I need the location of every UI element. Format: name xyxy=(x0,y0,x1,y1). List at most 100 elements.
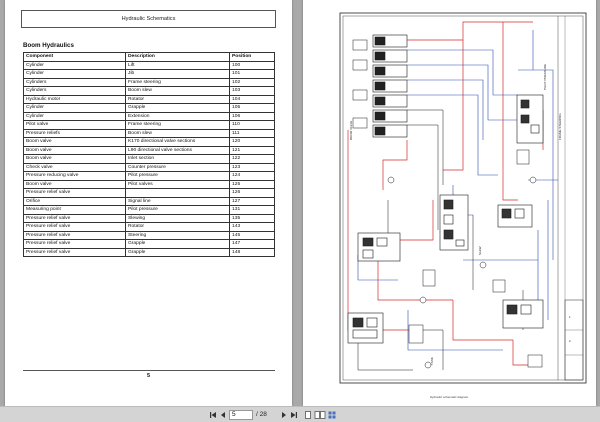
component-table: Component Description Position Cylinder L… xyxy=(23,52,275,257)
svg-text:BOOM VALVE: BOOM VALVE xyxy=(349,121,353,140)
component-cell: Cylinders xyxy=(23,77,126,87)
position-cell: 104 xyxy=(229,94,275,104)
position-cell: 126 xyxy=(229,188,275,198)
last-page-icon[interactable] xyxy=(289,410,299,420)
valve-block-right-middle xyxy=(497,204,533,228)
description-cell: Pilot pressure xyxy=(125,205,230,215)
position-cell: 143 xyxy=(229,222,275,232)
table-row: Pressure relief valve Grapple 147 xyxy=(23,239,275,249)
table-row: Boom valve K170 directional valve section… xyxy=(23,137,275,147)
table-row: Cylinders Boom slew 103 xyxy=(23,86,275,96)
component-cell: Cylinder xyxy=(23,60,126,70)
component-cell: Pressure relief valve xyxy=(23,222,126,232)
component-cell: Boom valve xyxy=(23,145,126,155)
valve-block-center xyxy=(439,194,469,251)
directional-valve-stack xyxy=(372,34,408,138)
position-cell: 148 xyxy=(229,247,275,257)
document-page-right: BOOM VALVE PILOT PRESSURE FRAME STEERING… xyxy=(303,0,596,406)
description-cell: Steering xyxy=(125,230,230,240)
next-page-icon[interactable] xyxy=(280,410,288,420)
position-cell: 123 xyxy=(229,162,275,172)
position-cell: 124 xyxy=(229,171,275,181)
svg-text:SLEW: SLEW xyxy=(478,246,482,255)
description-cell xyxy=(125,188,230,198)
description-cell: K170 directional valve sections xyxy=(125,137,230,147)
component-cell: Pressure relief valve xyxy=(23,247,126,257)
total-pages-label: / 28 xyxy=(256,411,267,418)
component-cell: Boom valve xyxy=(23,137,126,147)
position-cell: 106 xyxy=(229,111,275,121)
table-row: Cylinder Lift 100 xyxy=(23,60,275,70)
svg-text:FRAME STEERING: FRAME STEERING xyxy=(558,113,562,140)
first-page-icon[interactable] xyxy=(208,410,218,420)
table-header-row: Component Description Position xyxy=(23,52,275,62)
description-cell: Boom slew xyxy=(125,128,230,138)
table-row: Pilot valve Frame steering 110 xyxy=(23,120,275,130)
description-cell: Grapple xyxy=(125,239,230,249)
description-cell: Pilot valves xyxy=(125,179,230,189)
table-row: Orifice Signal line 127 xyxy=(23,196,275,206)
table-row: Check valve Counter pressure 123 xyxy=(23,162,275,172)
component-cell: Boom valve xyxy=(23,154,126,164)
thumbnail-view-icon[interactable] xyxy=(327,410,337,420)
section-title: Boom Hydraulics xyxy=(23,42,74,49)
single-page-view-icon[interactable] xyxy=(303,410,313,420)
description-cell: Extension xyxy=(125,111,230,121)
page-header: Hydraulic Schematics xyxy=(21,10,276,28)
description-cell: Grapple xyxy=(125,247,230,257)
valve-block-left-middle xyxy=(357,232,401,262)
document-page-left: Hydraulic Schematics Boom Hydraulics Com… xyxy=(5,0,292,406)
svg-text:TANK: TANK xyxy=(430,357,434,365)
valve-block-right-top xyxy=(516,94,544,144)
table-row: Pressure relief valve 126 xyxy=(23,188,275,198)
table-row: Boom valve Pilot valves 125 xyxy=(23,179,275,189)
component-cell: Cylinders xyxy=(23,86,126,96)
description-cell: Rotator xyxy=(125,94,230,104)
description-cell: Slewing xyxy=(125,213,230,223)
position-cell: 145 xyxy=(229,230,275,240)
component-cell: Pressure relief valve xyxy=(23,188,126,198)
position-cell: 100 xyxy=(229,60,275,70)
component-cell: Hydraulic motor xyxy=(23,94,126,104)
description-cell: Jib xyxy=(125,69,230,79)
svg-text:2: 2 xyxy=(569,339,571,343)
page-number: 5 xyxy=(146,373,151,379)
schematic-caption: Hydraulic schematic diagram xyxy=(430,395,469,399)
viewer-toolbar: 5 / 28 xyxy=(0,406,600,422)
position-cell: 101 xyxy=(229,69,275,79)
description-cell: Frame steering xyxy=(125,77,230,87)
position-cell: 135 xyxy=(229,213,275,223)
previous-page-icon[interactable] xyxy=(219,410,227,420)
description-cell: Signal line xyxy=(125,196,230,206)
column-header: Component xyxy=(23,52,126,62)
component-cell: Pressure relief valve xyxy=(23,230,126,240)
position-cell: 111 xyxy=(229,128,275,138)
table-row: Pressure relief valve Grapple 148 xyxy=(23,247,275,257)
table-row: Pressure reliefs Boom slew 111 xyxy=(23,128,275,138)
current-page-input[interactable]: 5 xyxy=(229,410,253,420)
two-page-view-icon[interactable] xyxy=(314,410,326,420)
valve-block-lower-left xyxy=(347,312,384,344)
title-block xyxy=(564,299,584,381)
svg-text:1: 1 xyxy=(569,315,571,319)
column-header: Position xyxy=(229,52,275,62)
table-row: Hydraulic motor Rotator 104 xyxy=(23,94,275,104)
component-cell: Orifice xyxy=(23,196,126,206)
component-cell: Pressure relief valve xyxy=(23,239,126,249)
position-cell: 122 xyxy=(229,154,275,164)
table-row: Pressure relief valve Slewing 135 xyxy=(23,213,275,223)
position-cell: 127 xyxy=(229,196,275,206)
description-cell: Pilot pressure xyxy=(125,171,230,181)
table-row: Cylinder Grapple 105 xyxy=(23,103,275,113)
table-row: Boom valve Inlet section 122 xyxy=(23,154,275,164)
valve-stack-left-side xyxy=(352,39,368,129)
component-cell: Measuring point xyxy=(23,205,126,215)
component-cell: Cylinder xyxy=(23,111,126,121)
table-row: Cylinders Frame steering 102 xyxy=(23,77,275,87)
component-cell: Cylinder xyxy=(23,103,126,113)
position-cell: 110 xyxy=(229,120,275,130)
table-row: Measuring point Pilot pressure 131 xyxy=(23,205,275,215)
position-cell: 120 xyxy=(229,137,275,147)
description-cell: Inlet section xyxy=(125,154,230,164)
position-cell: 103 xyxy=(229,86,275,96)
